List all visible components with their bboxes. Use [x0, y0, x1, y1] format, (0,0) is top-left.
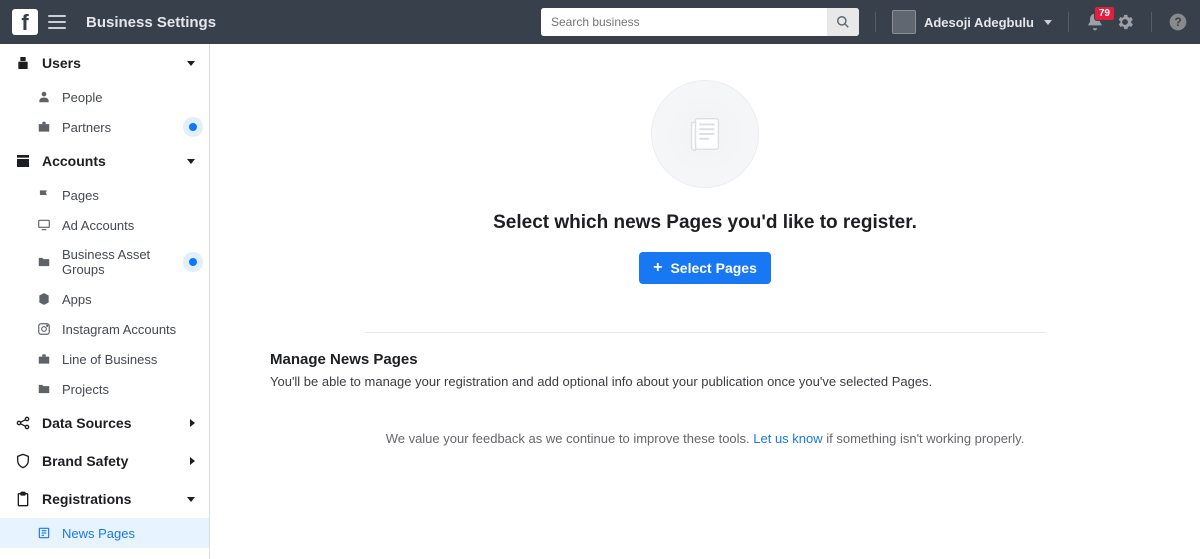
button-label: Select Pages — [670, 260, 756, 276]
notification-dot — [189, 258, 197, 266]
feedback-prefix: We value your feedback as we continue to… — [386, 431, 754, 446]
sidebar-item-instagram-accounts[interactable]: Instagram Accounts — [0, 314, 209, 344]
layout: Users People Partners Accounts Pages Ad … — [0, 44, 1200, 559]
item-label: Pages — [62, 188, 99, 203]
main-content: Select which news Pages you'd like to re… — [210, 44, 1200, 559]
chevron-right-icon — [190, 457, 195, 465]
sidebar-section-data-sources[interactable]: Data Sources — [0, 404, 209, 442]
clipboard-icon — [14, 490, 32, 508]
folder2-icon — [36, 381, 52, 397]
item-label: Line of Business — [62, 352, 157, 367]
feedback-link[interactable]: Let us know — [753, 431, 822, 446]
item-label: Ad Accounts — [62, 218, 134, 233]
notification-badge: 79 — [1094, 6, 1115, 21]
gear-icon — [1115, 12, 1135, 32]
person-icon — [36, 89, 52, 105]
item-label: People — [62, 90, 102, 105]
sidebar-item-line-of-business[interactable]: Line of Business — [0, 344, 209, 374]
account-switcher[interactable]: Adesoji Adegbulu — [892, 10, 1052, 34]
chevron-right-icon — [190, 419, 195, 427]
search-button[interactable] — [827, 8, 859, 36]
news-icon — [36, 525, 52, 541]
sidebar-item-business-asset-groups[interactable]: Business Asset Groups — [0, 240, 209, 284]
sidebar-item-partners[interactable]: Partners — [0, 112, 209, 142]
header-divider — [875, 12, 876, 32]
manage-description: You'll be able to manage your registrati… — [270, 374, 950, 389]
item-label: Partners — [62, 120, 111, 135]
settings-button[interactable] — [1115, 12, 1135, 32]
hero-title: Select which news Pages you'd like to re… — [493, 212, 917, 234]
item-label: News Pages — [62, 526, 135, 541]
briefcase2-icon — [36, 351, 52, 367]
account-name: Adesoji Adegbulu — [924, 15, 1034, 30]
help-icon: ? — [1168, 12, 1188, 32]
search-icon — [836, 15, 850, 29]
chevron-down-icon — [187, 497, 195, 502]
item-label: Projects — [62, 382, 109, 397]
section-label: Accounts — [42, 153, 106, 169]
facebook-logo[interactable]: f — [12, 9, 38, 35]
section-label: Data Sources — [42, 415, 131, 431]
notification-dot — [189, 123, 197, 131]
section-label: Registrations — [42, 491, 131, 507]
sidebar-section-users[interactable]: Users — [0, 44, 209, 82]
sidebar-section-integrations[interactable]: Integrations — [0, 548, 209, 559]
app-header: f Business Settings Adesoji Adegbulu 79 … — [0, 0, 1200, 44]
help-button[interactable]: ? — [1168, 12, 1188, 32]
manage-title: Manage News Pages — [270, 351, 950, 368]
sidebar-item-people[interactable]: People — [0, 82, 209, 112]
sidebar-section-brand-safety[interactable]: Brand Safety — [0, 442, 209, 480]
folder-icon — [36, 254, 52, 270]
sidebar-item-apps[interactable]: Apps — [0, 284, 209, 314]
plus-icon: + — [653, 260, 662, 276]
newspaper-icon — [682, 111, 728, 157]
chevron-down-icon — [1044, 20, 1052, 25]
sidebar-section-accounts[interactable]: Accounts — [0, 142, 209, 180]
item-label: Instagram Accounts — [62, 322, 176, 337]
flag-icon — [36, 187, 52, 203]
sidebar-item-ad-accounts[interactable]: Ad Accounts — [0, 210, 209, 240]
account-avatar — [892, 10, 916, 34]
cube-icon — [36, 291, 52, 307]
header-title: Business Settings — [86, 14, 216, 31]
instagram-icon — [36, 321, 52, 337]
hero-illustration — [651, 80, 759, 188]
item-label: Apps — [62, 292, 92, 307]
select-pages-button[interactable]: + Select Pages — [639, 252, 771, 284]
section-label: Users — [42, 55, 81, 71]
item-label: Business Asset Groups — [62, 247, 195, 277]
accounts-icon — [14, 152, 32, 170]
monitor-icon — [36, 217, 52, 233]
header-divider — [1151, 12, 1152, 32]
search-container — [541, 8, 859, 36]
briefcase-icon — [36, 119, 52, 135]
sidebar-section-registrations[interactable]: Registrations — [0, 480, 209, 518]
header-divider — [1068, 12, 1069, 32]
divider — [365, 332, 1045, 333]
menu-icon[interactable] — [48, 10, 72, 34]
chevron-down-icon — [187, 61, 195, 66]
sidebar: Users People Partners Accounts Pages Ad … — [0, 44, 210, 559]
sidebar-item-news-pages[interactable]: News Pages — [0, 518, 209, 548]
feedback-text: We value your feedback as we continue to… — [386, 431, 1025, 446]
sidebar-item-projects[interactable]: Projects — [0, 374, 209, 404]
share-icon — [14, 414, 32, 432]
users-icon — [14, 54, 32, 72]
section-label: Brand Safety — [42, 453, 128, 469]
feedback-suffix: if something isn't working properly. — [823, 431, 1025, 446]
shield-icon — [14, 452, 32, 470]
sidebar-item-pages[interactable]: Pages — [0, 180, 209, 210]
chevron-down-icon — [187, 159, 195, 164]
svg-text:?: ? — [1174, 16, 1181, 29]
notifications-button[interactable]: 79 — [1085, 12, 1105, 32]
search-input[interactable] — [541, 8, 827, 36]
